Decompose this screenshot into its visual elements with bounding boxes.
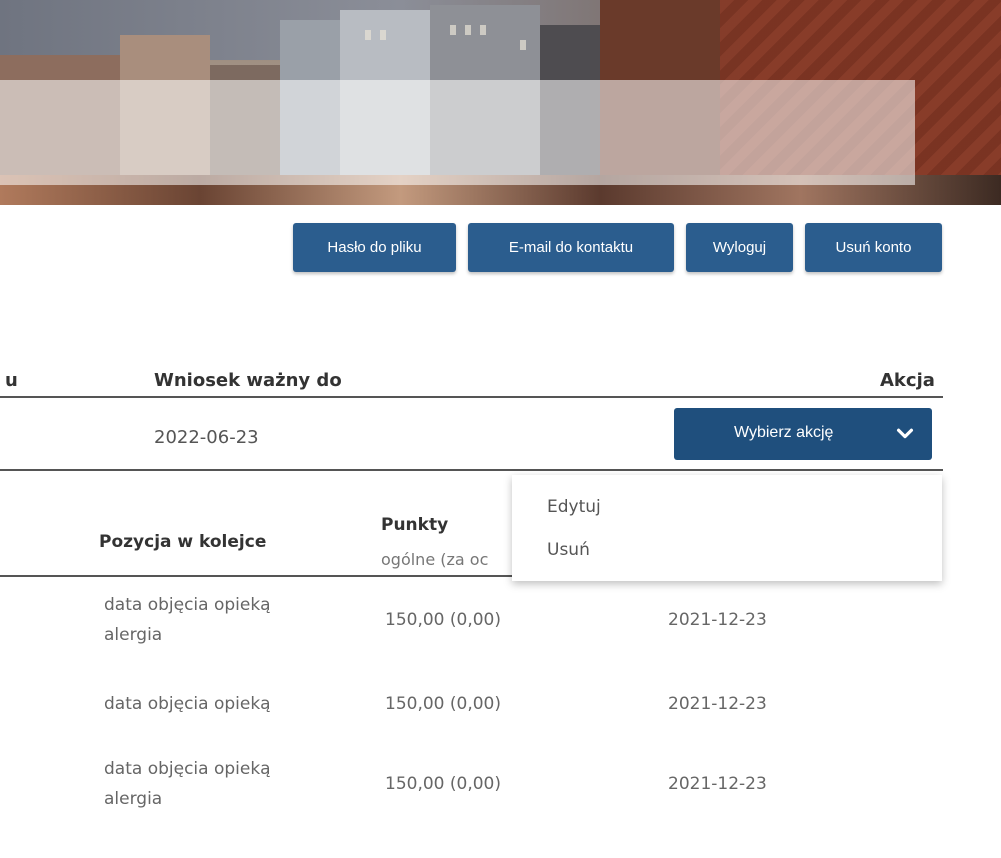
- queue-row-points: 150,00 (0,00): [385, 694, 502, 714]
- action-dropdown-menu: Edytuj Usuń: [512, 475, 942, 581]
- queue-row-reason: data objęcia opieką alergia: [104, 759, 271, 809]
- column-header-valid-until: Wniosek ważny do: [154, 370, 342, 391]
- menu-item-edit[interactable]: Edytuj: [547, 497, 601, 517]
- queue-row-date: 2021-12-23: [668, 610, 767, 630]
- city-banner-image: [0, 0, 1001, 205]
- queue-row-date: 2021-12-23: [668, 774, 767, 794]
- delete-account-button[interactable]: Usuń konto: [805, 223, 942, 272]
- table-header-divider: [0, 396, 943, 398]
- queue-header-divider: [0, 575, 520, 577]
- column-header-queue-position: Pozycja w kolejce: [99, 532, 267, 552]
- menu-item-delete[interactable]: Usuń: [547, 540, 590, 560]
- file-password-button[interactable]: Hasło do pliku: [293, 223, 456, 272]
- table-row-divider: [0, 469, 943, 471]
- column-header-partial: u: [5, 370, 18, 391]
- column-header-points: Punkty: [381, 515, 449, 535]
- banner-overlay: [0, 80, 915, 185]
- logout-button[interactable]: Wyloguj: [686, 223, 793, 272]
- queue-row-points: 150,00 (0,00): [385, 610, 502, 630]
- queue-row-points: 150,00 (0,00): [385, 774, 502, 794]
- chevron-down-icon: [896, 428, 914, 439]
- queue-row-reason: data objęcia opieką alergia: [104, 595, 271, 645]
- valid-until-value: 2022-06-23: [154, 427, 259, 448]
- column-header-action: Akcja: [880, 370, 935, 391]
- column-header-points-sub: ogólne (za oc: [381, 550, 489, 569]
- action-select-label: Wybierz akcję: [734, 424, 834, 441]
- action-select-button[interactable]: Wybierz akcję: [674, 408, 932, 460]
- queue-row-date: 2021-12-23: [668, 694, 767, 714]
- contact-email-button[interactable]: E-mail do kontaktu: [468, 223, 674, 272]
- queue-row-reason: data objęcia opieką: [104, 694, 271, 714]
